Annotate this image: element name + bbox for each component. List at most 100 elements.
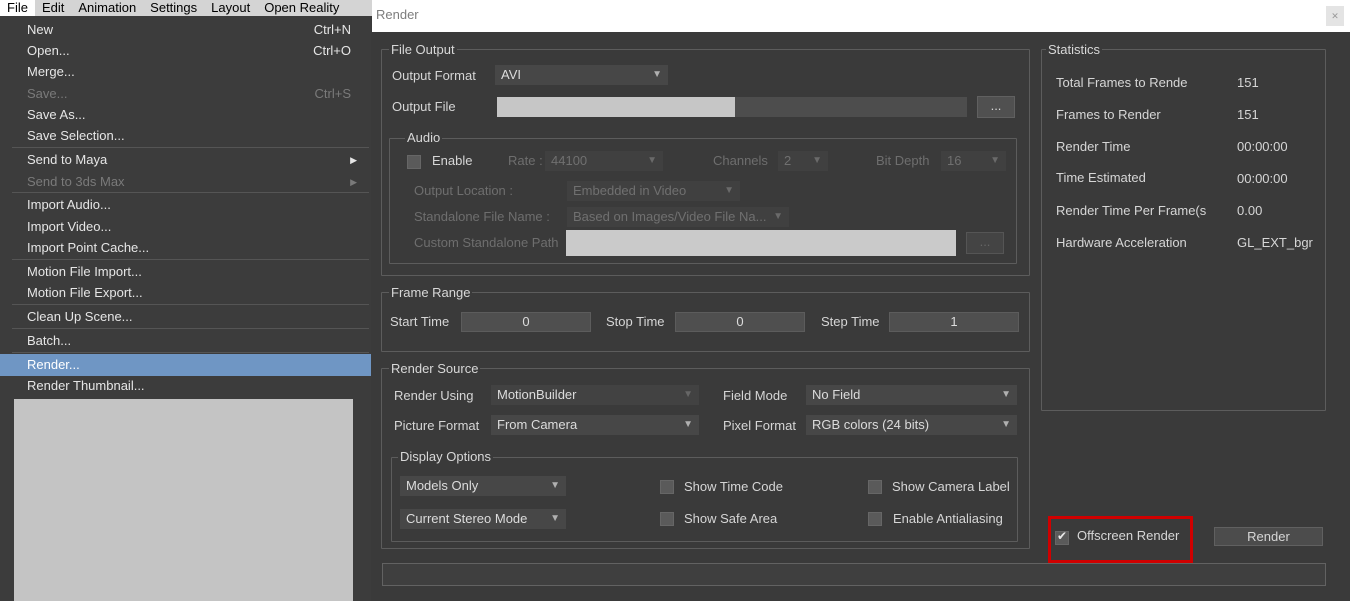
chevron-down-icon: ▼ [550, 513, 560, 524]
menu-item-save[interactable]: Save... Ctrl+S [0, 83, 371, 105]
channels-dropdown[interactable]: 2 ▼ [778, 151, 828, 171]
menu-item-label: Import Video... [27, 219, 112, 234]
render-window-titlebar: Render ✕ [372, 0, 1350, 32]
models-dropdown[interactable]: Models Only ▼ [400, 476, 566, 496]
step-time-label: Step Time [821, 314, 880, 329]
show-camera-label-checkbox[interactable] [868, 480, 882, 494]
field-mode-dropdown[interactable]: No Field ▼ [806, 385, 1017, 405]
menu-item-save-as[interactable]: Save As... [0, 104, 371, 126]
submenu-arrow-icon: ▶ [350, 155, 357, 165]
menu-item-import-point-cache[interactable]: Import Point Cache... [0, 237, 371, 259]
menu-separator [12, 259, 369, 260]
custom-standalone-path-input[interactable] [566, 230, 956, 256]
channels-label: Channels [713, 153, 768, 168]
chevron-down-icon: ▼ [1001, 419, 1011, 430]
stat-value: 00:00:00 [1237, 171, 1288, 186]
chevron-down-icon: ▼ [652, 69, 662, 80]
menu-item-label: Import Point Cache... [27, 240, 150, 255]
show-safe-area-label: Show Safe Area [684, 511, 778, 526]
stat-value: GL_EXT_bgr [1237, 235, 1313, 250]
menu-item-import-audio[interactable]: Import Audio... [0, 194, 371, 216]
chevron-down-icon: ▼ [773, 211, 783, 222]
display-options-group-label: Display Options [398, 449, 494, 464]
standalone-file-name-value: Based on Images/Video File Na... [573, 209, 767, 224]
menu-item-new[interactable]: New Ctrl+N [0, 19, 371, 41]
menu-item-motion-file-export[interactable]: Motion File Export... [0, 282, 371, 304]
stat-label: Render Time [1056, 139, 1131, 154]
stereo-mode-dropdown[interactable]: Current Stereo Mode ▼ [400, 509, 566, 529]
stat-label: Render Time Per Frame(s [1056, 203, 1207, 218]
output-format-dropdown[interactable]: AVI ▼ [495, 65, 668, 85]
menu-item-render[interactable]: Render... [0, 354, 371, 376]
output-location-label: Output Location : [414, 183, 514, 198]
submenu-arrow-icon: ▶ [350, 177, 357, 187]
menu-separator [12, 147, 369, 148]
stop-time-label: Stop Time [606, 314, 665, 329]
chevron-down-icon: ▼ [683, 419, 693, 430]
output-location-dropdown[interactable]: Embedded in Video ▼ [567, 181, 740, 201]
render-using-value: MotionBuilder [497, 387, 577, 402]
menu-item-save-selection[interactable]: Save Selection... [0, 125, 371, 147]
standalone-file-name-label: Standalone File Name : [414, 209, 550, 224]
show-time-code-checkbox[interactable] [660, 480, 674, 494]
show-safe-area-checkbox[interactable] [660, 512, 674, 526]
render-progress-bar [382, 563, 1326, 586]
menu-item-label: Motion File Export... [27, 285, 143, 300]
menu-file[interactable]: File [0, 0, 35, 16]
output-file-input-tail[interactable] [735, 97, 967, 117]
audio-enable-label: Enable [432, 153, 473, 168]
menu-item-label: Clean Up Scene... [27, 309, 133, 324]
menu-item-motion-file-import[interactable]: Motion File Import... [0, 261, 371, 283]
render-button[interactable]: Render [1214, 527, 1323, 546]
rate-dropdown[interactable]: 44100 ▼ [545, 151, 663, 171]
shortcut-label: Ctrl+O [313, 43, 351, 58]
audio-enable-checkbox[interactable] [407, 155, 421, 169]
show-camera-label-label: Show Camera Label [892, 479, 1010, 494]
close-icon[interactable]: ✕ [1326, 6, 1344, 26]
menu-item-batch[interactable]: Batch... [0, 330, 371, 352]
custom-path-browse-button[interactable]: ... [966, 232, 1004, 254]
menu-item-open[interactable]: Open... Ctrl+O [0, 40, 371, 62]
menu-edit[interactable]: Edit [35, 0, 71, 16]
menu-item-clean-up-scene[interactable]: Clean Up Scene... [0, 306, 371, 328]
menu-separator [12, 304, 369, 305]
start-time-input[interactable]: 0 [461, 312, 591, 332]
chevron-down-icon: ▼ [812, 155, 822, 166]
stat-value: 151 [1237, 107, 1259, 122]
output-format-value: AVI [501, 67, 521, 82]
menu-item-send-to-maya[interactable]: Send to Maya ▶ [0, 149, 371, 171]
output-file-browse-button[interactable]: ... [977, 96, 1015, 118]
enable-antialiasing-label: Enable Antialiasing [893, 511, 1003, 526]
menu-item-send-to-3ds-max[interactable]: Send to 3ds Max ▶ [0, 171, 371, 193]
shortcut-label: Ctrl+N [313, 22, 351, 37]
menu-item-merge[interactable]: Merge... [0, 61, 371, 83]
offscreen-render-checkbox[interactable]: ✔ [1055, 529, 1069, 545]
menu-item-label: Batch... [27, 333, 72, 348]
menu-item-label: Merge... [27, 64, 75, 79]
render-using-dropdown[interactable]: MotionBuilder ▼ [491, 385, 699, 405]
custom-standalone-path-label: Custom Standalone Path [414, 235, 559, 250]
stop-time-input[interactable]: 0 [675, 312, 805, 332]
step-time-input[interactable]: 1 [889, 312, 1019, 332]
pixel-format-value: RGB colors (24 bits) [812, 417, 930, 432]
bit-depth-dropdown[interactable]: 16 ▼ [941, 151, 1006, 171]
menu-layout[interactable]: Layout [204, 0, 257, 16]
picture-format-label: Picture Format [394, 418, 480, 433]
menu-item-label: Save Selection... [27, 128, 125, 143]
menu-settings[interactable]: Settings [143, 0, 204, 16]
menu-item-label: Render Thumbnail... [27, 378, 145, 393]
file-output-group-label: File Output [389, 42, 457, 57]
enable-antialiasing-checkbox[interactable] [868, 512, 882, 526]
menu-item-label: New [27, 22, 54, 37]
menu-item-import-video[interactable]: Import Video... [0, 216, 371, 238]
menu-item-render-thumbnail[interactable]: Render Thumbnail... [0, 375, 371, 397]
bit-depth-label: Bit Depth [876, 153, 930, 168]
picture-format-dropdown[interactable]: From Camera ▼ [491, 415, 699, 435]
menu-open-reality[interactable]: Open Reality [257, 0, 346, 16]
pixel-format-dropdown[interactable]: RGB colors (24 bits) ▼ [806, 415, 1017, 435]
rate-value: 44100 [551, 153, 588, 168]
standalone-file-name-dropdown[interactable]: Based on Images/Video File Na... ▼ [567, 207, 789, 227]
menu-animation[interactable]: Animation [71, 0, 143, 16]
output-file-input[interactable] [497, 97, 735, 117]
stat-value: 00:00:00 [1237, 139, 1288, 154]
